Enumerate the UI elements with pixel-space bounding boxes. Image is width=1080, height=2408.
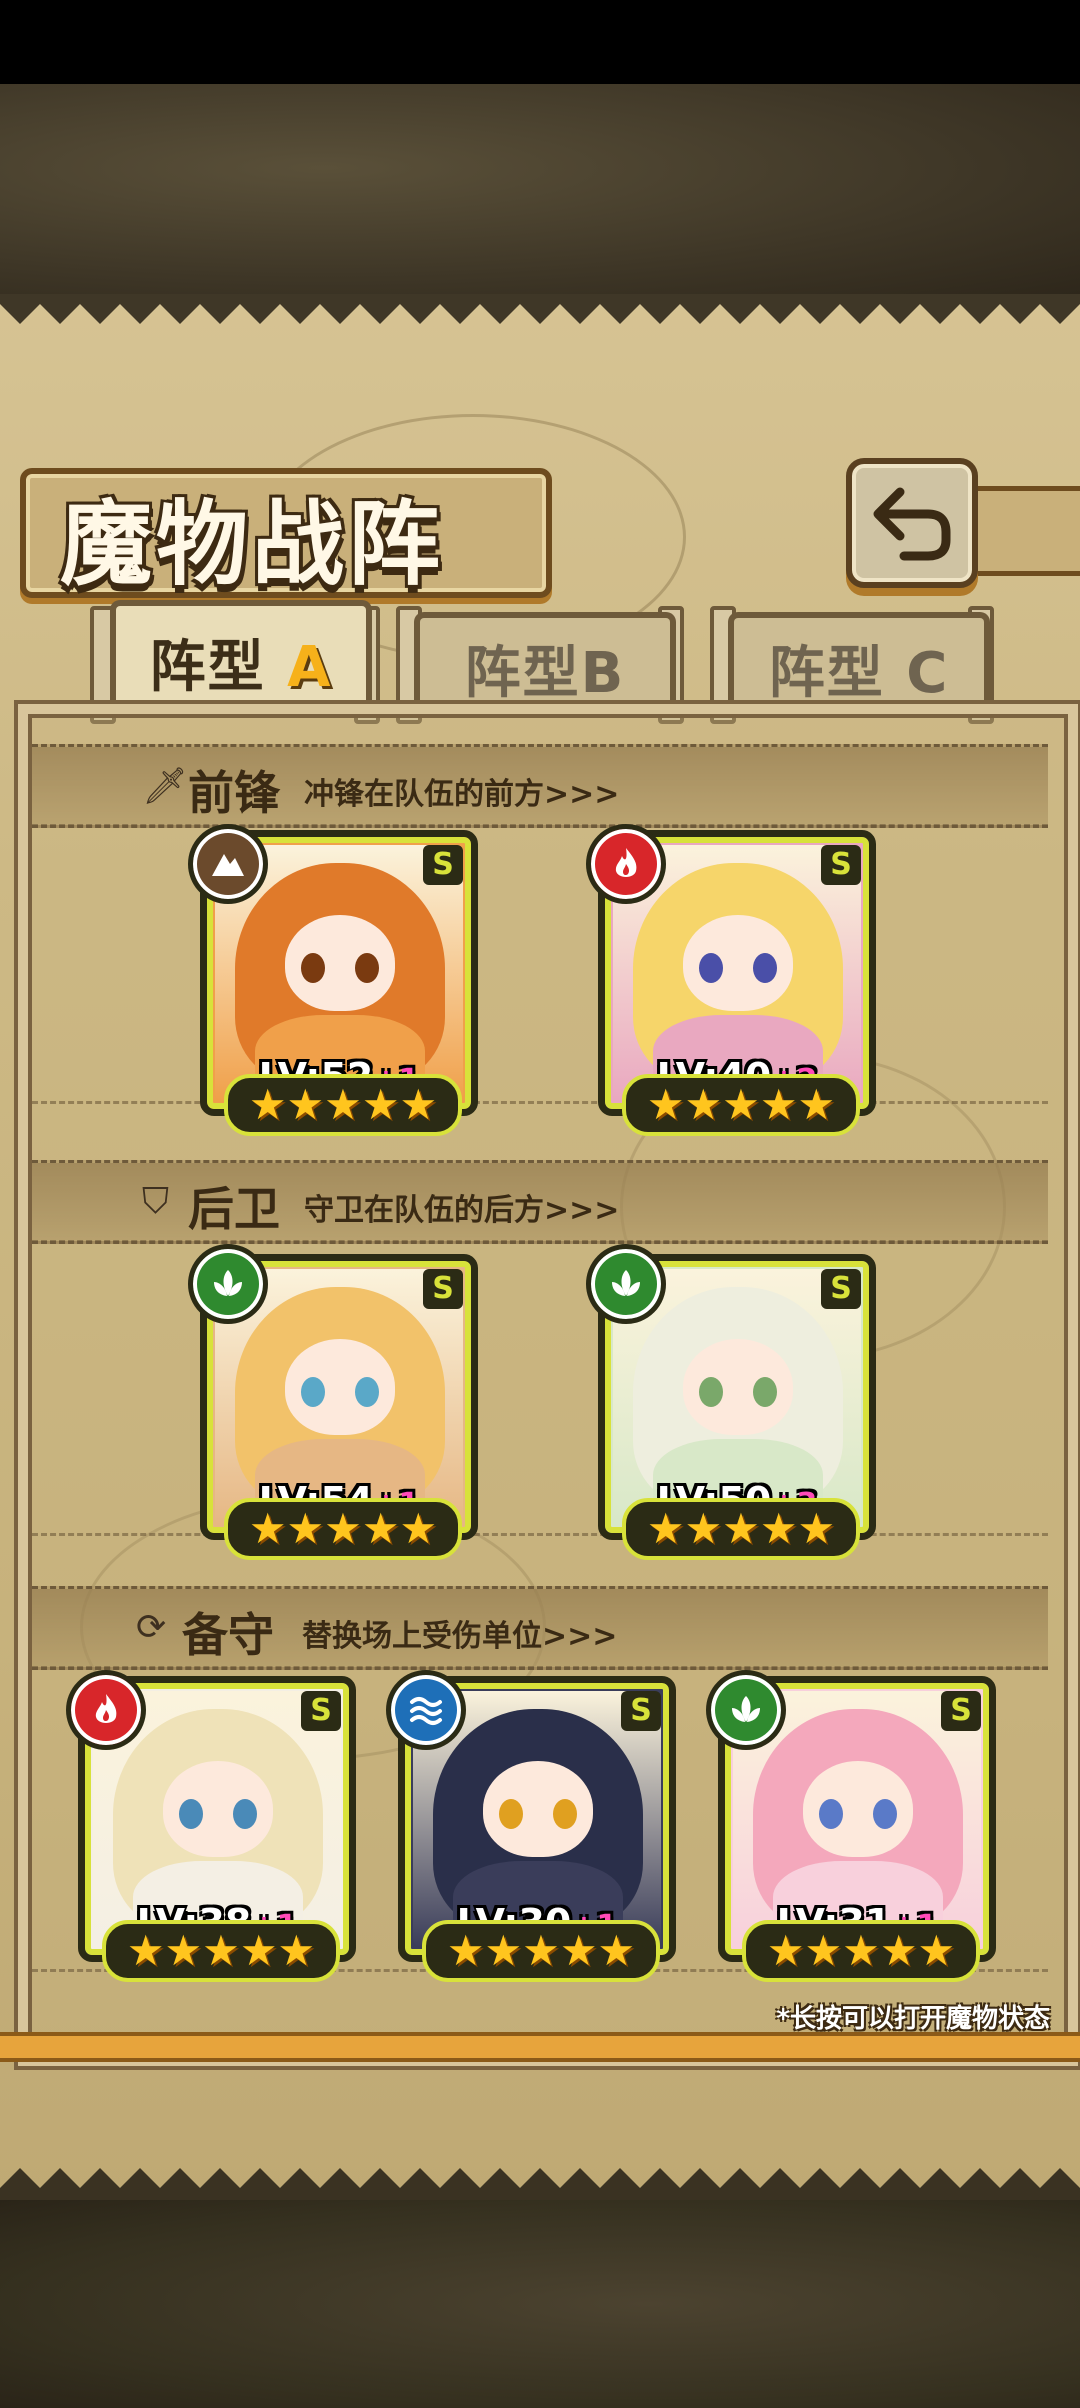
fire-element-icon <box>66 1670 146 1750</box>
section-reserve-desc: 替换场上受伤单位>>> <box>302 1619 618 1654</box>
star-rating: ★★★★★ <box>742 1920 980 1982</box>
section-front-desc: 冲锋在队伍的前方>>> <box>304 777 620 812</box>
section-reserve-header: ⟳ 备守 替换场上受伤单位>>> <box>32 1586 1048 1670</box>
page-title: 魔物战阵 <box>60 490 445 598</box>
grade-badge: S <box>821 1269 861 1309</box>
map-background-top <box>0 84 1080 294</box>
grade-badge: S <box>423 845 463 885</box>
star-rating: ★★★★★ <box>224 1074 462 1136</box>
water-element-icon <box>386 1670 466 1750</box>
wind-element-icon <box>706 1670 786 1750</box>
front-row-band <box>32 824 1048 1104</box>
sword-icon: 🗡 <box>142 766 188 807</box>
long-press-hint: *长按可以打开魔物状态 <box>776 2004 1050 2034</box>
tab-formation-b[interactable]: 阵型B <box>414 612 676 718</box>
return-arrow-icon <box>873 487 951 561</box>
wind-element-icon <box>188 1244 268 1324</box>
star-rating: ★★★★★ <box>422 1920 660 1982</box>
tab-formation-a[interactable]: 阵型 A <box>110 600 372 718</box>
torn-edge-bottom <box>0 2168 1080 2200</box>
wind-element-icon <box>586 1244 666 1324</box>
grade-badge: S <box>423 1269 463 1309</box>
star-rating: ★★★★★ <box>224 1498 462 1560</box>
back-button-rail <box>960 486 1080 576</box>
star-rating: ★★★★★ <box>622 1074 860 1136</box>
grade-badge: S <box>621 1691 661 1731</box>
back-row-band <box>32 1240 1048 1536</box>
section-back-header: ⛉ 后卫 守卫在队伍的后方>>> <box>32 1160 1048 1244</box>
panel-bottom-trim <box>0 2032 1080 2062</box>
grade-badge: S <box>941 1691 981 1731</box>
torn-edge-top <box>0 294 1080 324</box>
star-rating: ★★★★★ <box>102 1920 340 1982</box>
grade-badge: S <box>301 1691 341 1731</box>
tab-formation-c[interactable]: 阵型 C <box>728 612 990 718</box>
status-bar <box>0 0 1080 84</box>
back-button[interactable] <box>846 458 978 588</box>
section-reserve-title: 备守 <box>182 1608 274 1662</box>
section-back-title: 后卫 <box>188 1182 280 1236</box>
swap-icon: ⟳ <box>136 1607 167 1648</box>
shield-icon: ⛉ <box>142 1181 170 1222</box>
fire-element-icon <box>586 824 666 904</box>
earth-element-icon <box>188 824 268 904</box>
section-front-title: 前锋 <box>188 766 280 820</box>
map-background-bottom <box>0 2200 1080 2408</box>
section-back-desc: 守卫在队伍的后方>>> <box>304 1193 620 1228</box>
grade-badge: S <box>821 845 861 885</box>
star-rating: ★★★★★ <box>622 1498 860 1560</box>
section-front-header: 🗡 前锋 冲锋在队伍的前方>>> <box>32 744 1048 828</box>
